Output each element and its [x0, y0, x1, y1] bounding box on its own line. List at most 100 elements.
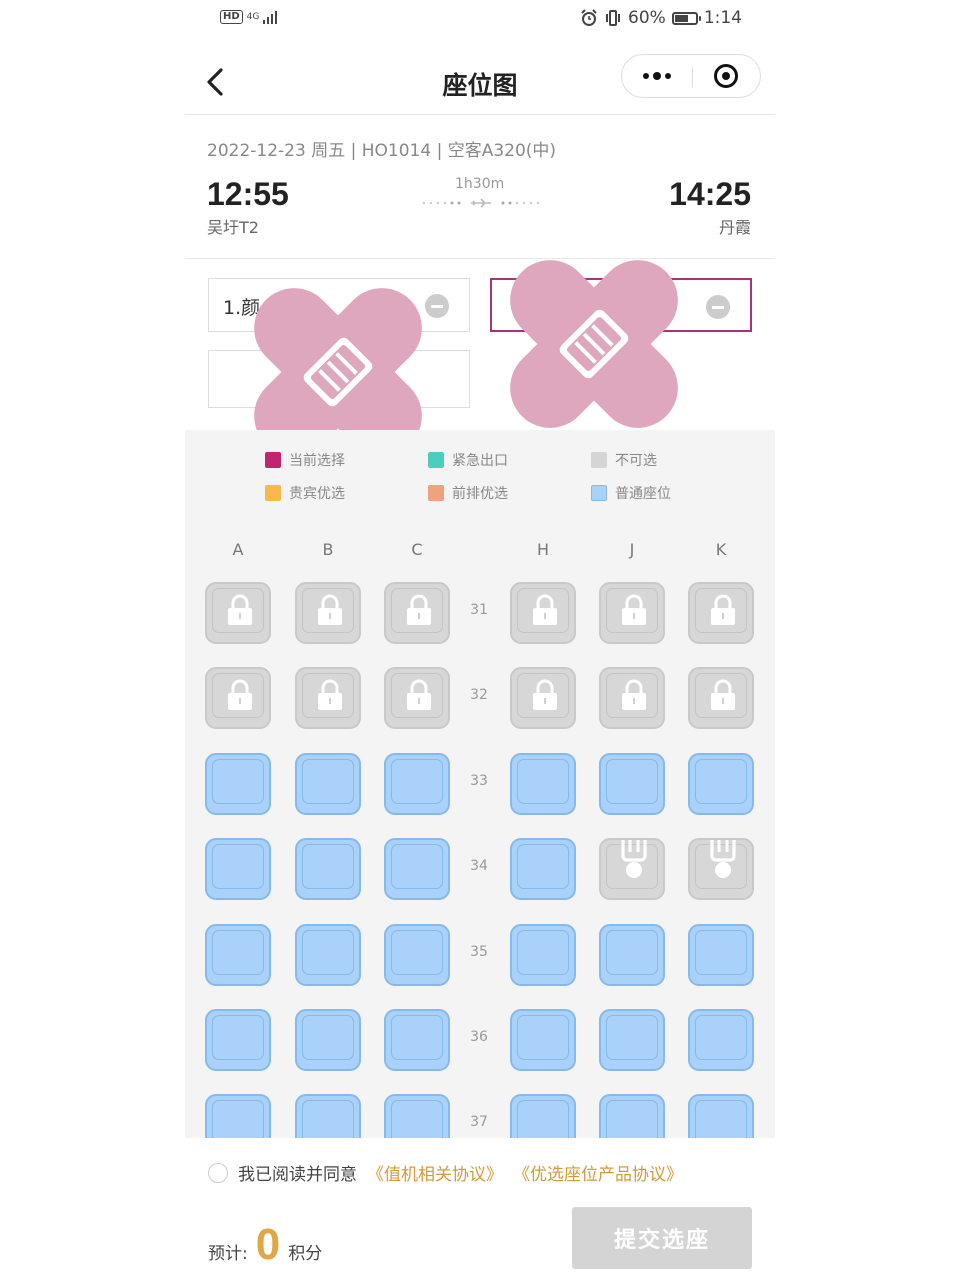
lock-icon	[622, 679, 646, 711]
legend-swatch	[591, 452, 607, 468]
more-button[interactable]	[622, 55, 692, 97]
seat-33H[interactable]	[510, 752, 576, 815]
seat-37B[interactable]	[295, 1094, 361, 1138]
seat-37K[interactable]	[688, 1094, 754, 1138]
seat-36H[interactable]	[510, 1009, 576, 1071]
submit-seat-button[interactable]: 提交选座	[572, 1207, 752, 1269]
passenger-card-selected[interactable]	[490, 278, 752, 332]
estimate-value: 0	[255, 1220, 281, 1269]
signal-icon	[263, 10, 278, 24]
network-label: 4G	[246, 11, 260, 22]
seat-37C[interactable]	[384, 1094, 450, 1138]
seat-33C[interactable]	[384, 752, 450, 815]
legend-item: 贵宾优选	[265, 483, 345, 503]
lock-icon	[407, 679, 431, 711]
seat-34C[interactable]	[384, 838, 450, 901]
legend-swatch	[265, 485, 281, 501]
seat-36A[interactable]	[205, 1009, 271, 1071]
legend-label: 前排优选	[452, 486, 508, 502]
seat-35A[interactable]	[205, 923, 271, 986]
lock-icon	[711, 594, 735, 625]
seat-33J[interactable]	[599, 752, 665, 815]
seat-34B[interactable]	[295, 838, 361, 901]
add-passenger-text: 新增	[329, 371, 365, 392]
battery-icon	[671, 11, 701, 25]
seat-column-header: J	[629, 540, 635, 559]
seat-36C[interactable]	[384, 1009, 450, 1071]
seat-31J	[599, 582, 665, 644]
seat-37H[interactable]	[510, 1094, 576, 1138]
seat-36J[interactable]	[599, 1009, 665, 1071]
seat-32B	[295, 667, 361, 730]
flight-meta: 2022-12-23 周五 | HO1014 | 空客A320(中)	[207, 141, 557, 161]
seat-column-header: K	[715, 540, 727, 559]
seat-row-number: 34	[470, 858, 488, 875]
lock-icon	[533, 679, 557, 711]
seat-35B[interactable]	[295, 923, 361, 986]
seat-column-header: H	[536, 540, 550, 559]
more-dot-icon	[665, 73, 671, 79]
seat-column-header: C	[411, 540, 423, 559]
seat-34A[interactable]	[205, 838, 271, 901]
flight-info: 2022-12-23 周五 | HO1014 | 空客A320(中) 12:55…	[185, 118, 775, 259]
legend-item: 紧急出口	[428, 450, 508, 470]
lock-icon	[228, 594, 252, 625]
seat-row-number: 36	[470, 1029, 488, 1045]
lock-icon	[228, 679, 252, 711]
seat-34H[interactable]	[510, 838, 576, 901]
seat-34J	[599, 838, 665, 901]
estimate-unit: 积分	[288, 1244, 323, 1264]
legend-swatch	[591, 485, 607, 501]
status-right: 60% 1:14	[580, 8, 742, 28]
add-icon	[305, 371, 323, 389]
lock-icon	[318, 594, 342, 625]
seat-37A[interactable]	[205, 1094, 271, 1138]
hd-badge: HD	[220, 10, 243, 24]
agree-checkbox[interactable]	[208, 1162, 228, 1183]
arrival-airport: 丹霞	[718, 218, 751, 237]
close-mini-program-button[interactable]	[714, 64, 738, 88]
lock-icon	[318, 679, 342, 711]
seat-34K	[688, 838, 754, 901]
flight-duration: 1h30m	[455, 176, 505, 192]
seat-35J[interactable]	[599, 923, 665, 986]
agree-text: 我已阅读并同意	[238, 1165, 357, 1185]
seat-agreement-link[interactable]: 《优选座位产品协议》	[513, 1160, 683, 1185]
estimate-label: 预计:	[208, 1244, 248, 1264]
estimate: 预计: 0 积分	[208, 1220, 322, 1270]
mini-program-capsule	[621, 54, 761, 98]
remove-passenger-icon[interactable]	[425, 294, 449, 318]
seat-36B[interactable]	[295, 1009, 361, 1071]
seat-35K[interactable]	[688, 923, 754, 986]
alarm-icon	[581, 9, 597, 26]
vibrate-icon	[606, 10, 621, 26]
seat-33B[interactable]	[295, 752, 361, 815]
seat-row-number: 32	[470, 687, 488, 704]
seat-31K	[688, 582, 754, 644]
seat-31B	[295, 582, 361, 644]
legend-swatch	[428, 485, 444, 501]
seat-36K[interactable]	[688, 1009, 754, 1071]
seat-32A	[205, 667, 271, 730]
seat-33A[interactable]	[205, 752, 271, 815]
seat-35C[interactable]	[384, 923, 450, 986]
legend-item: 前排优选	[428, 483, 508, 503]
route-line-icon	[422, 198, 540, 208]
status-left: HD 4G	[220, 10, 278, 24]
seat-33K[interactable]	[688, 752, 754, 815]
seat-32H	[510, 667, 576, 730]
remove-passenger-icon[interactable]	[706, 295, 730, 319]
seat-32J	[599, 667, 665, 730]
seat-31C	[384, 582, 450, 644]
legend-item: 普通座位	[591, 483, 671, 503]
add-passenger-button[interactable]: 新增	[208, 350, 470, 408]
checkin-agreement-link[interactable]: 《值机相关协议》	[367, 1160, 503, 1185]
seat-37J[interactable]	[599, 1094, 665, 1138]
seat-31H	[510, 582, 576, 644]
seat-35H[interactable]	[510, 923, 576, 986]
seat-row-number: 37	[470, 1114, 488, 1131]
lock-icon	[711, 679, 735, 711]
departure-time: 12:55	[207, 176, 289, 212]
occupied-person-icon	[621, 840, 647, 879]
passenger-card[interactable]: 1.颜	[208, 278, 470, 332]
